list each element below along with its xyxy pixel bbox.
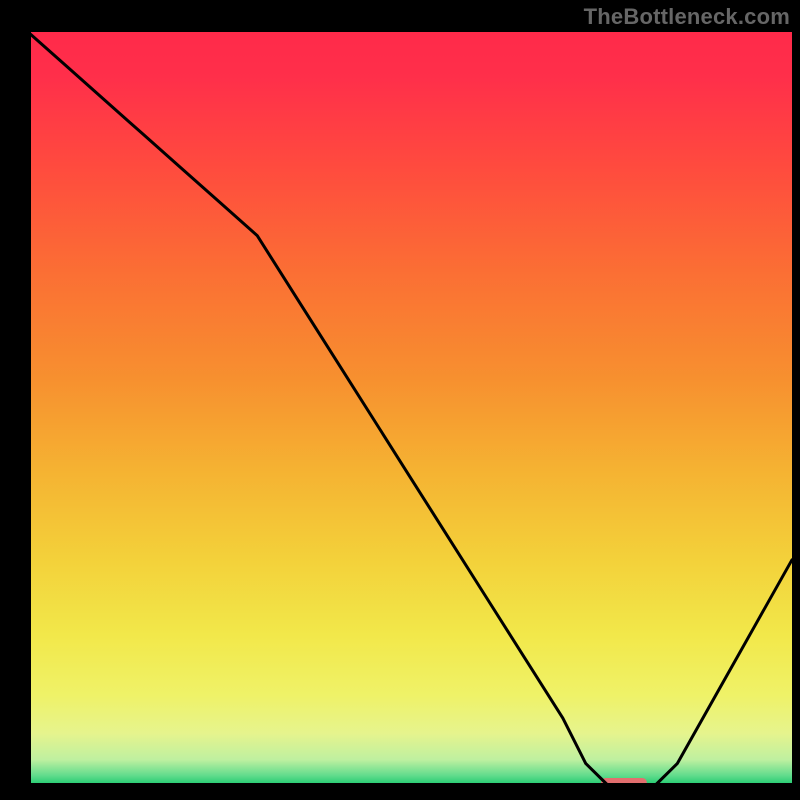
plot-background — [28, 32, 792, 786]
watermark-label: TheBottleneck.com — [584, 4, 790, 30]
chart-container: TheBottleneck.com — [0, 0, 800, 800]
bottleneck-chart — [0, 0, 800, 800]
